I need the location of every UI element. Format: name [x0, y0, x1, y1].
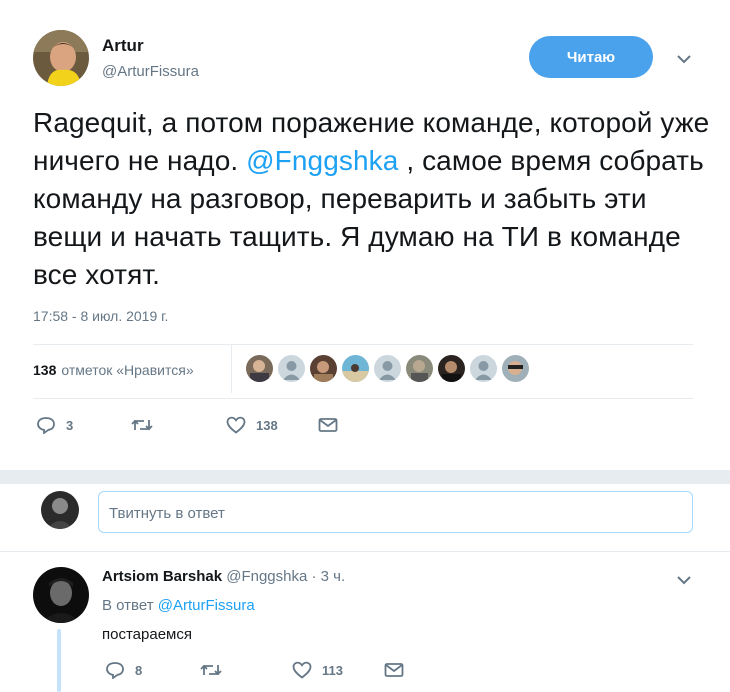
- tweet-timestamp[interactable]: 17:58 - 8 июл. 2019 г.: [33, 308, 168, 324]
- reply-action[interactable]: 3: [36, 416, 131, 434]
- author-handle[interactable]: @ArturFissura: [102, 63, 199, 80]
- likes-count: 138: [33, 362, 57, 378]
- liker-avatar[interactable]: [310, 355, 337, 382]
- reply-timestamp[interactable]: 3 ч.: [321, 568, 346, 585]
- reply-retweet-action[interactable]: [200, 662, 292, 678]
- reply-author-handle[interactable]: @Fnggshka: [226, 568, 307, 585]
- like-count: 138: [256, 417, 278, 433]
- envelope-icon: [318, 418, 338, 432]
- liker-avatar[interactable]: [470, 355, 497, 382]
- reply-count: 3: [66, 417, 74, 433]
- reply-direct-message-action[interactable]: [384, 662, 404, 678]
- direct-message-action[interactable]: [318, 417, 338, 433]
- reply-author: Artsiom Barshak @Fnggshka · 3 ч.: [102, 568, 345, 585]
- vertical-divider: [231, 345, 232, 393]
- divider: [33, 398, 693, 399]
- liker-avatar[interactable]: [438, 355, 465, 382]
- retweet-icon: [200, 664, 222, 676]
- reply-icon: [106, 662, 124, 679]
- like-action[interactable]: 138: [226, 416, 318, 434]
- liker-avatar[interactable]: [406, 355, 433, 382]
- reply-actions: 8 113: [105, 661, 404, 679]
- reply-reply-action[interactable]: 8: [105, 661, 200, 679]
- reply-like-action[interactable]: 113: [292, 661, 384, 679]
- likes-summary[interactable]: 138 отметок «Нравится»: [33, 362, 194, 378]
- divider: [33, 344, 693, 345]
- envelope-icon: [384, 663, 404, 677]
- tweet-text: Ragequit, а потом поражение команде, кот…: [33, 104, 713, 294]
- reply-to-prefix: В ответ: [102, 597, 154, 614]
- reply-to: В ответ @ArturFissura: [102, 597, 255, 614]
- heart-icon: [226, 416, 246, 434]
- main-tweet: Artur @ArturFissura Читаю Ragequit, а по…: [0, 0, 730, 470]
- likers-avatars: [246, 355, 529, 382]
- reply-author-name[interactable]: Artsiom Barshak: [102, 568, 222, 585]
- thread-line: [57, 629, 61, 692]
- reply-icon: [37, 417, 55, 434]
- section-separator: [0, 470, 730, 484]
- reply-input[interactable]: Твитнуть в ответ: [98, 491, 693, 533]
- author-avatar[interactable]: [33, 30, 89, 86]
- reply-chevron-down-icon[interactable]: [674, 570, 694, 590]
- reply-like-count: 113: [322, 662, 343, 678]
- likes-label: отметок «Нравится»: [61, 362, 194, 378]
- liker-avatar[interactable]: [278, 355, 305, 382]
- retweet-icon: [131, 419, 153, 431]
- tweet-actions: 3 138: [36, 416, 338, 434]
- liker-avatar[interactable]: [342, 355, 369, 382]
- heart-icon: [292, 661, 312, 679]
- liker-avatar[interactable]: [374, 355, 401, 382]
- reply-author-avatar[interactable]: [33, 567, 89, 623]
- liker-avatar[interactable]: [502, 355, 529, 382]
- liker-avatar[interactable]: [246, 355, 273, 382]
- reply-text: постараемся: [102, 626, 192, 643]
- reply-dot: ·: [311, 568, 317, 585]
- chevron-down-icon[interactable]: [674, 49, 694, 69]
- divider: [0, 551, 730, 552]
- reply-to-handle[interactable]: @ArturFissura: [158, 597, 255, 614]
- reply-placeholder: Твитнуть в ответ: [109, 505, 225, 522]
- author-name[interactable]: Artur: [102, 36, 144, 56]
- retweet-action[interactable]: [131, 417, 226, 433]
- reply-reply-count: 8: [135, 662, 143, 678]
- mention-link[interactable]: @Fnggshka: [246, 145, 398, 176]
- follow-button[interactable]: Читаю: [529, 36, 653, 78]
- current-user-avatar[interactable]: [41, 491, 79, 529]
